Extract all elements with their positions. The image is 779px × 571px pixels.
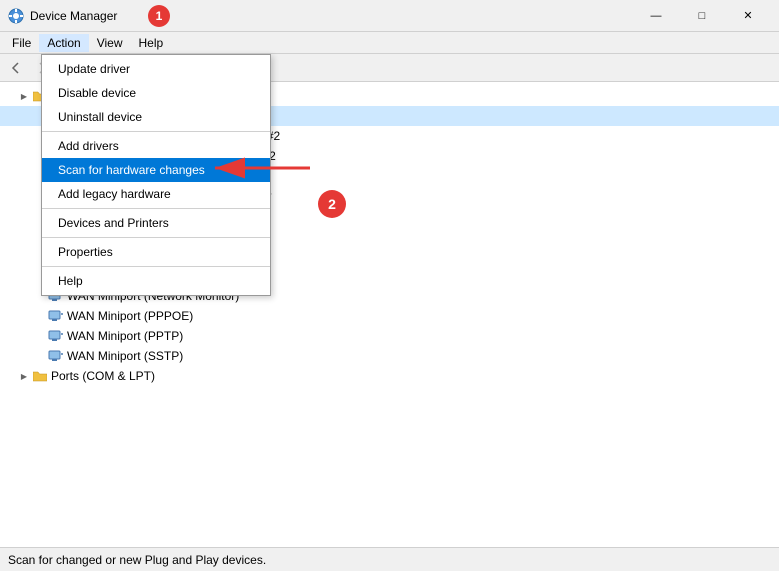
- step1-badge: 1: [148, 5, 170, 27]
- close-button[interactable]: ✕: [725, 0, 771, 32]
- maximize-button[interactable]: □: [679, 0, 725, 32]
- tree-item[interactable]: ▶ Ports (COM & LPT): [0, 366, 779, 386]
- tree-item[interactable]: WAN Miniport (PPPOE): [0, 306, 779, 326]
- tree-item-label: WAN Miniport (SSTP): [67, 349, 183, 363]
- menu-view[interactable]: View: [89, 34, 131, 52]
- tree-item-label: Ports (COM & LPT): [51, 369, 155, 383]
- menu-disable-device[interactable]: Disable device: [42, 81, 270, 105]
- network-adapter-icon: [48, 348, 64, 364]
- expand-icon: ▶: [16, 88, 32, 104]
- network-adapter-icon: [48, 308, 64, 324]
- status-bar: Scan for changed or new Plug and Play de…: [0, 547, 779, 571]
- network-adapter-icon: [48, 328, 64, 344]
- tree-item-label: WAN Miniport (PPTP): [67, 329, 183, 343]
- menu-update-driver[interactable]: Update driver: [42, 57, 270, 81]
- dropdown-sep2: [42, 208, 270, 209]
- tree-item-label: WAN Miniport (PPPOE): [67, 309, 193, 323]
- menu-devices-printers[interactable]: Devices and Printers: [42, 211, 270, 235]
- folder-icon: [32, 368, 48, 384]
- dropdown-sep3: [42, 237, 270, 238]
- expand-icon: [32, 328, 48, 344]
- minimize-button[interactable]: —: [633, 0, 679, 32]
- menu-action[interactable]: Action: [39, 34, 88, 52]
- back-button[interactable]: [4, 57, 28, 79]
- dropdown-sep1: [42, 131, 270, 132]
- expand-icon: ▶: [16, 368, 32, 384]
- app-icon: [8, 8, 24, 24]
- menu-help[interactable]: Help: [42, 269, 270, 293]
- expand-icon: [32, 348, 48, 364]
- menu-properties[interactable]: Properties: [42, 240, 270, 264]
- menu-help[interactable]: Help: [131, 34, 172, 52]
- menu-scan-hardware[interactable]: Scan for hardware changes: [42, 158, 270, 182]
- expand-icon: [32, 308, 48, 324]
- dropdown-sep4: [42, 266, 270, 267]
- tree-item[interactable]: WAN Miniport (PPTP): [0, 326, 779, 346]
- menu-uninstall-device[interactable]: Uninstall device: [42, 105, 270, 129]
- title-bar: 1 Device Manager — □ ✕: [0, 0, 779, 32]
- status-text: Scan for changed or new Plug and Play de…: [8, 553, 266, 567]
- menu-add-legacy[interactable]: Add legacy hardware: [42, 182, 270, 206]
- menu-bar: File Action View Help: [0, 32, 779, 54]
- window-controls[interactable]: — □ ✕: [633, 0, 771, 32]
- menu-add-drivers[interactable]: Add drivers: [42, 134, 270, 158]
- tree-item[interactable]: WAN Miniport (SSTP): [0, 346, 779, 366]
- menu-file[interactable]: File: [4, 34, 39, 52]
- window-title: Device Manager: [30, 9, 633, 23]
- action-dropdown-menu: Update driver Disable device Uninstall d…: [41, 54, 271, 296]
